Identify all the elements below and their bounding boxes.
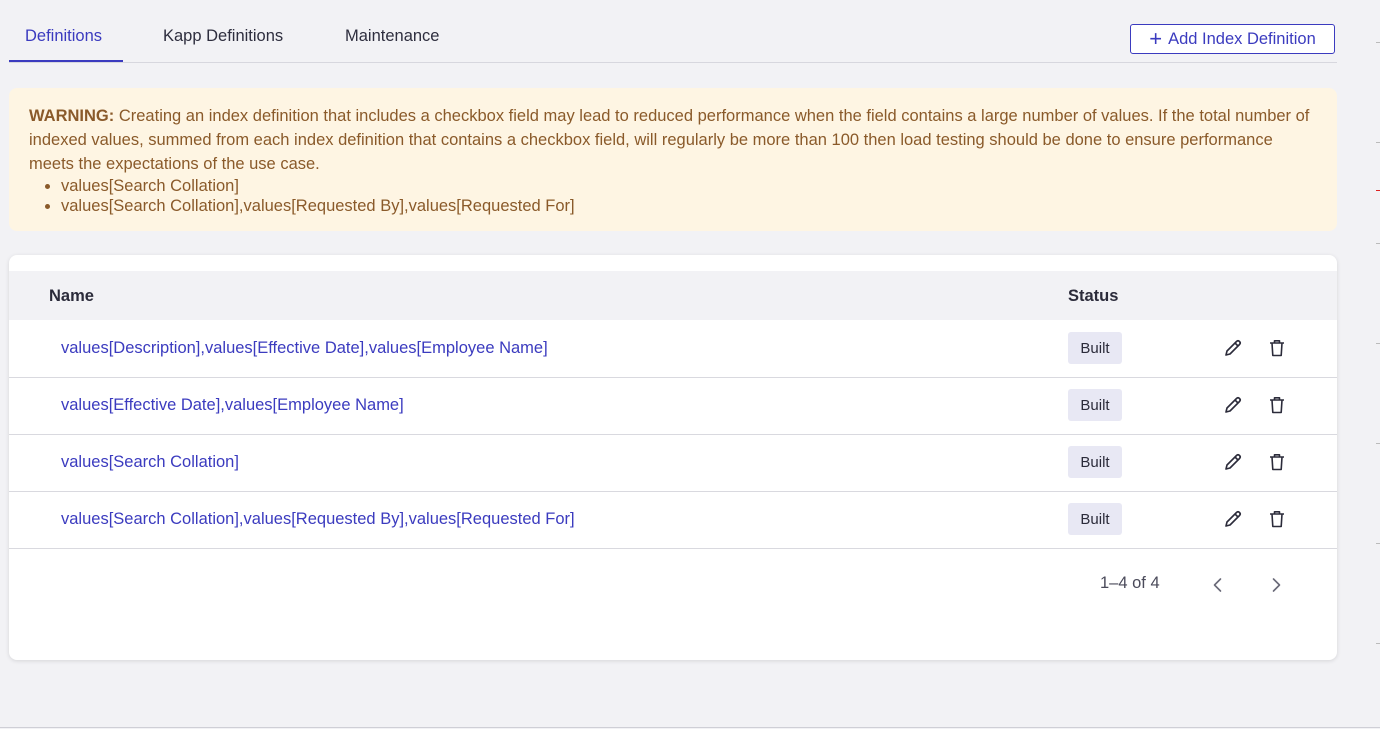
table-header: Name Status: [9, 271, 1337, 320]
tab-maintenance[interactable]: Maintenance: [345, 27, 439, 46]
status-badge: Built: [1068, 332, 1122, 364]
warning-label: WARNING:: [29, 107, 115, 125]
warning-list-item: values[Search Collation]: [61, 176, 1317, 196]
index-definitions-table: Name Status values[Description],values[E…: [9, 255, 1337, 660]
trash-icon[interactable]: [1264, 335, 1290, 361]
pencil-icon[interactable]: [1220, 335, 1246, 361]
warning-text: Creating an index definition that includ…: [29, 107, 1310, 173]
add-index-definition-label: Add Index Definition: [1168, 29, 1316, 48]
status-badge: Built: [1068, 503, 1122, 535]
table-row: values[Search Collation],values[Requeste…: [9, 491, 1337, 549]
warning-alert: WARNING: Creating an index definition th…: [9, 88, 1337, 231]
warning-message: WARNING: Creating an index definition th…: [29, 104, 1317, 176]
trash-icon[interactable]: [1264, 449, 1290, 475]
chevron-left-icon[interactable]: [1205, 572, 1231, 598]
add-index-definition-button[interactable]: + Add Index Definition: [1130, 24, 1335, 54]
warning-list-item: values[Search Collation],values[Requeste…: [61, 196, 1317, 216]
tab-definitions[interactable]: Definitions: [25, 27, 102, 46]
index-definition-link[interactable]: values[Search Collation],values[Requeste…: [61, 510, 575, 529]
pencil-icon[interactable]: [1220, 449, 1246, 475]
index-definition-link[interactable]: values[Effective Date],values[Employee N…: [61, 396, 404, 415]
status-badge: Built: [1068, 389, 1122, 421]
status-badge: Built: [1068, 446, 1122, 478]
column-header-name: Name: [49, 287, 94, 305]
bottom-divider: [0, 727, 1380, 728]
tab-kapp-definitions[interactable]: Kapp Definitions: [163, 27, 283, 46]
table-row: values[Effective Date],values[Employee N…: [9, 377, 1337, 435]
plus-icon: +: [1149, 26, 1163, 51]
warning-list: values[Search Collation] values[Search C…: [29, 176, 1317, 216]
pencil-icon[interactable]: [1220, 506, 1246, 532]
trash-icon[interactable]: [1264, 506, 1290, 532]
index-definition-link[interactable]: values[Search Collation]: [61, 453, 239, 472]
chevron-right-icon[interactable]: [1263, 572, 1289, 598]
index-definition-link[interactable]: values[Description],values[Effective Dat…: [61, 339, 548, 358]
pagination-summary: 1–4 of 4: [1100, 574, 1160, 592]
pencil-icon[interactable]: [1220, 392, 1246, 418]
active-tab-indicator: [9, 60, 123, 62]
table-row: values[Search Collation] Built: [9, 434, 1337, 492]
column-header-status: Status: [1068, 287, 1119, 305]
scrollbar-edge: [1376, 0, 1380, 729]
trash-icon[interactable]: [1264, 392, 1290, 418]
table-row: values[Description],values[Effective Dat…: [9, 320, 1337, 378]
